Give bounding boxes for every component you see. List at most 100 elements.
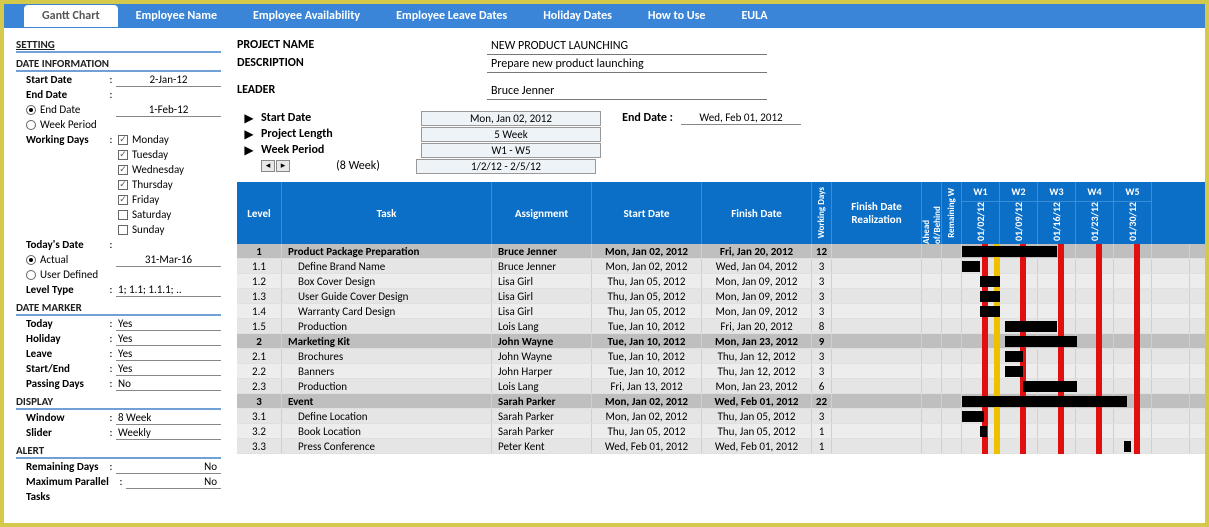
marker-bar xyxy=(994,364,1000,379)
tab-employee-leave[interactable]: Employee Leave Dates xyxy=(378,5,525,27)
table-row[interactable]: 1.3User Guide Cover DesignLisa GirlThu, … xyxy=(237,289,1205,304)
table-row[interactable]: 1.2Box Cover DesignLisa GirlThu, Jan 05,… xyxy=(237,274,1205,289)
tab-eula[interactable]: EULA xyxy=(723,5,785,27)
level-type-input[interactable]: 1; 1.1; 1.1.1; .. xyxy=(116,283,221,297)
friday-checkbox[interactable] xyxy=(118,195,128,205)
col-start-date[interactable]: Start Date xyxy=(592,182,702,244)
col-finish-date[interactable]: Finish Date xyxy=(702,182,812,244)
end-date-input[interactable]: 1-Feb-12 xyxy=(116,103,221,117)
thursday-checkbox[interactable] xyxy=(118,180,128,190)
cell-wd: 3 xyxy=(812,289,832,303)
marker-bar xyxy=(994,379,1000,394)
marker-bar xyxy=(1020,424,1026,439)
marker-bar xyxy=(1134,424,1140,439)
today-marker-input[interactable]: Yes xyxy=(116,317,221,331)
col-assignment[interactable]: Assignment xyxy=(492,182,592,244)
marker-bar xyxy=(1020,289,1026,304)
tab-strip: Gantt Chart Employee Name Employee Avail… xyxy=(4,4,1205,28)
marker-bar xyxy=(994,424,1000,439)
cell-fr xyxy=(832,439,922,453)
cell-assignment: Peter Kent xyxy=(492,439,592,453)
table-row[interactable]: 3.3Press ConferencePeter KentWed, Feb 01… xyxy=(237,439,1205,454)
remaining-input[interactable]: No xyxy=(116,460,221,474)
cell-finish: Mon, Jan 09, 2012 xyxy=(702,304,812,318)
marker-bar xyxy=(1058,349,1064,364)
gantt-bar-area xyxy=(962,274,1205,288)
passing-marker-input[interactable]: No xyxy=(116,377,221,391)
tab-howto[interactable]: How to Use xyxy=(630,5,724,27)
level-type-label: Level Type xyxy=(16,283,106,296)
project-name-input[interactable]: NEW PRODUCT LAUNCHING xyxy=(487,38,767,55)
cell-level: 1.2 xyxy=(237,274,282,288)
cell-level: 1.3 xyxy=(237,289,282,303)
table-row[interactable]: 1.4Warranty Card DesignLisa GirlThu, Jan… xyxy=(237,304,1205,319)
table-row[interactable]: 3.1Define LocationSarah ParkerMon, Jan 0… xyxy=(237,409,1205,424)
tab-employee-availability[interactable]: Employee Availability xyxy=(235,5,378,27)
col-weeks: W1W2W3W4W5 01/02/1201/09/1201/16/1201/23… xyxy=(962,182,1152,244)
marker-bar xyxy=(1096,439,1102,454)
week-period-radio[interactable] xyxy=(26,120,36,130)
leader-input[interactable]: Bruce Jenner xyxy=(487,83,767,100)
maxpar-input[interactable]: No xyxy=(126,475,221,489)
table-row[interactable]: 2Marketing KitJohn WayneTue, Jan 10, 201… xyxy=(237,334,1205,349)
cell-task: Press Conference xyxy=(282,439,492,453)
col-level[interactable]: Level xyxy=(237,182,282,244)
cell-rw xyxy=(942,319,962,333)
task-bar xyxy=(1124,441,1131,452)
table-row[interactable]: 1.1Define Brand NameBruce JennerMon, Jan… xyxy=(237,259,1205,274)
startend-marker-input[interactable]: Yes xyxy=(116,362,221,376)
cell-start: Mon, Jan 02, 2012 xyxy=(592,259,702,273)
marker-bar xyxy=(1134,319,1140,334)
start-date-input[interactable]: 2-Jan-12 xyxy=(116,73,221,87)
col-finish-realization[interactable]: Finish Date Realization xyxy=(832,182,922,244)
leave-marker-input[interactable]: Yes xyxy=(116,347,221,361)
table-row[interactable]: 3.2Book LocationSarah ParkerThu, Jan 05,… xyxy=(237,424,1205,439)
marker-bar xyxy=(982,334,988,349)
cell-ab xyxy=(922,379,942,393)
slider-input[interactable]: Weekly xyxy=(116,426,221,440)
table-row[interactable]: 2.1BrochuresJohn WayneTue, Jan 10, 2012T… xyxy=(237,349,1205,364)
userdef-radio[interactable] xyxy=(26,270,36,280)
marker-bar xyxy=(982,319,988,334)
table-row[interactable]: 1Product Package PreparationBruce Jenner… xyxy=(237,244,1205,259)
marker-bar xyxy=(1134,439,1140,454)
description-input[interactable]: Prepare new product launching xyxy=(487,56,767,73)
table-row[interactable]: 3EventSarah ParkerMon, Jan 02, 2012Wed, … xyxy=(237,394,1205,409)
holiday-marker-input[interactable]: Yes xyxy=(116,332,221,346)
marker-bar xyxy=(1096,424,1102,439)
wednesday-checkbox[interactable] xyxy=(118,165,128,175)
cell-task: Box Cover Design xyxy=(282,274,492,288)
cell-ab xyxy=(922,259,942,273)
cell-finish: Wed, Feb 01, 2012 xyxy=(702,394,812,408)
week-date: 01/16/12 xyxy=(1038,202,1076,244)
table-row[interactable]: 1.5ProductionLois LangTue, Jan 10, 2012F… xyxy=(237,319,1205,334)
saturday-checkbox[interactable] xyxy=(118,210,128,220)
tab-employee-name[interactable]: Employee Name xyxy=(118,5,235,27)
cell-ab xyxy=(922,319,942,333)
table-row[interactable]: 2.3ProductionLois LangFri, Jan 13, 2012M… xyxy=(237,379,1205,394)
week-spinner[interactable]: ◂▸ xyxy=(261,160,290,172)
tab-holiday[interactable]: Holiday Dates xyxy=(525,5,630,27)
tab-gantt[interactable]: Gantt Chart xyxy=(24,5,118,27)
table-row[interactable]: 2.2BannersJohn HarperTue, Jan 10, 2012Th… xyxy=(237,364,1205,379)
setting-header: SETTING xyxy=(16,36,221,53)
monday-checkbox[interactable] xyxy=(118,135,128,145)
sunday-checkbox[interactable] xyxy=(118,225,128,235)
end-date-radio[interactable] xyxy=(26,105,36,115)
cell-assignment: Bruce Jenner xyxy=(492,259,592,273)
cell-wd: 12 xyxy=(812,244,832,258)
tuesday-checkbox[interactable] xyxy=(118,150,128,160)
cell-finish: Mon, Jan 09, 2012 xyxy=(702,289,812,303)
col-working-days[interactable]: Working Days xyxy=(812,182,832,244)
marker-bar xyxy=(982,349,988,364)
cell-fr xyxy=(832,259,922,273)
marker-bar xyxy=(1134,379,1140,394)
window-input[interactable]: 8 Week xyxy=(116,411,221,425)
col-remaining[interactable]: Remaining W xyxy=(942,182,962,244)
marker-bar xyxy=(994,349,1000,364)
col-task[interactable]: Task xyxy=(282,182,492,244)
col-ahead-behind[interactable]: Ahead of/Behind xyxy=(922,182,942,244)
leader-label: LEADER xyxy=(237,83,487,100)
actual-date-input[interactable]: 31-Mar-16 xyxy=(116,253,221,267)
actual-radio[interactable] xyxy=(26,255,36,265)
